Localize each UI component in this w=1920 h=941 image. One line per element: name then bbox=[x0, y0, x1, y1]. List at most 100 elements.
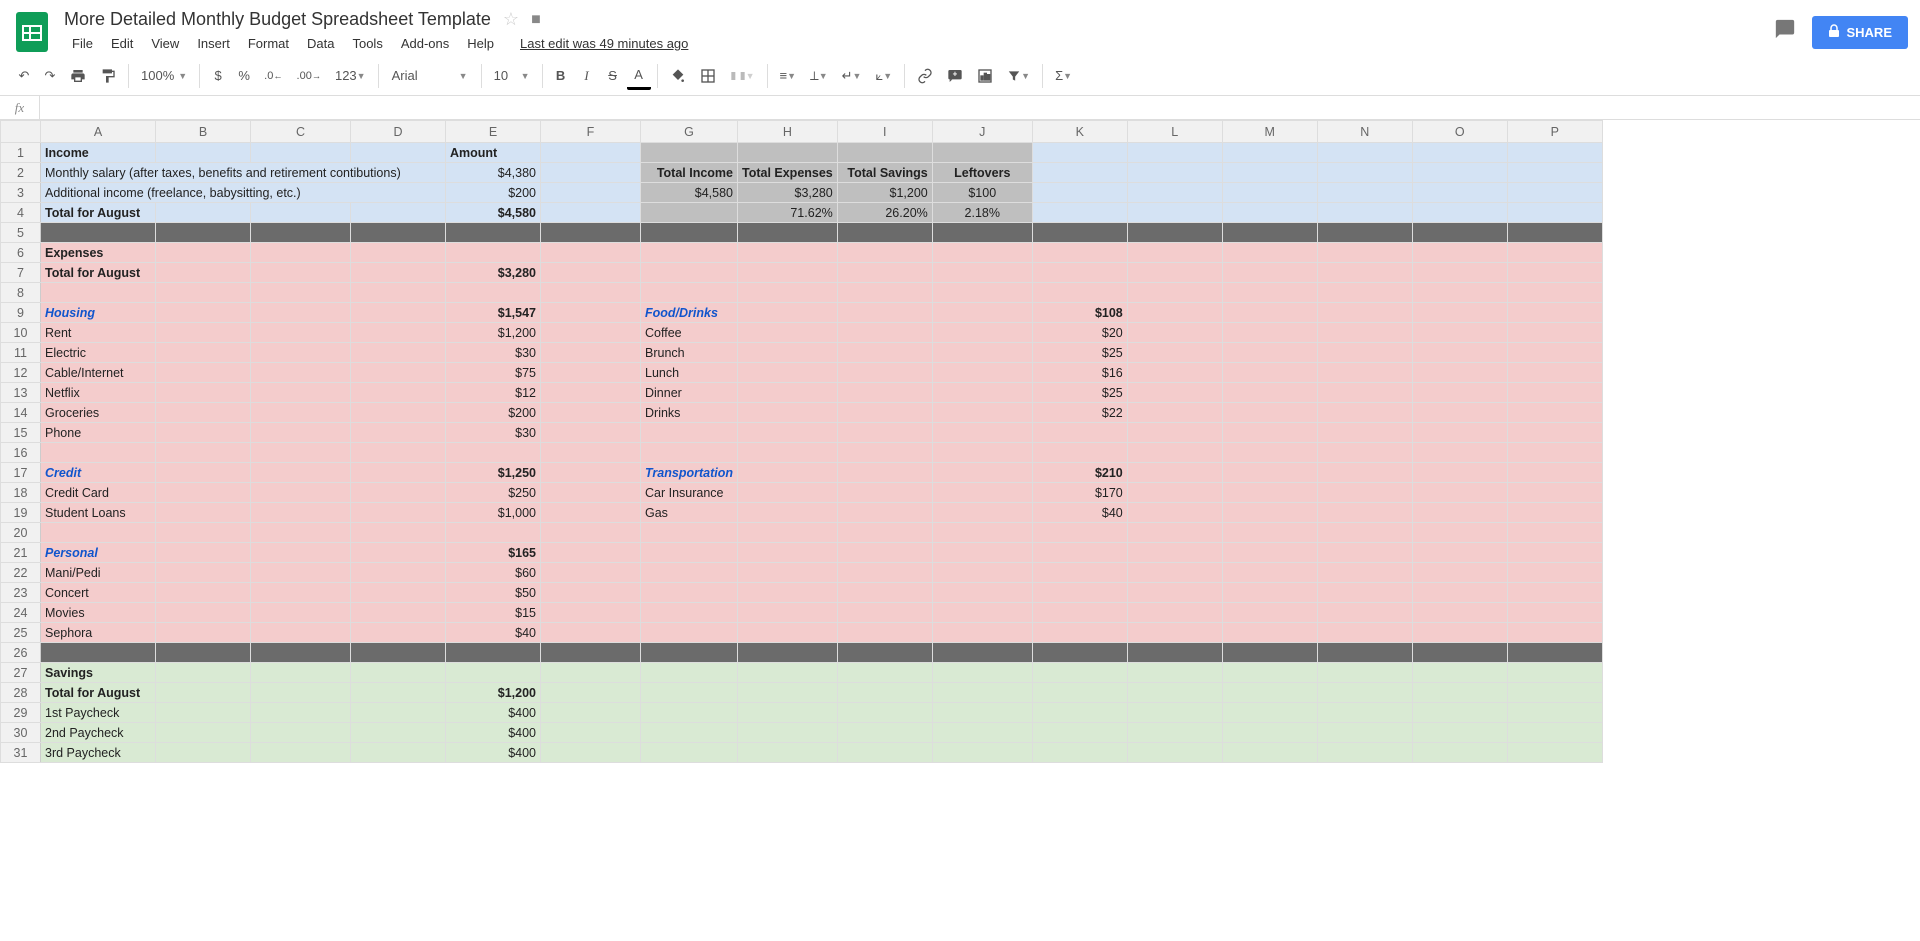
cell-G18[interactable]: Car Insurance bbox=[641, 483, 738, 503]
cell-J24[interactable] bbox=[932, 603, 1032, 623]
cell-F3[interactable] bbox=[541, 183, 641, 203]
column-header-D[interactable]: D bbox=[351, 121, 446, 143]
cell-K11[interactable]: $25 bbox=[1032, 343, 1127, 363]
cell-P18[interactable] bbox=[1507, 483, 1602, 503]
cell-J22[interactable] bbox=[932, 563, 1032, 583]
cell-C22[interactable] bbox=[251, 563, 351, 583]
cell-H9[interactable] bbox=[737, 303, 837, 323]
star-icon[interactable]: ☆ bbox=[503, 9, 519, 30]
cell-J30[interactable] bbox=[932, 723, 1032, 743]
row-header-5[interactable]: 5 bbox=[1, 223, 41, 243]
cell-N26[interactable] bbox=[1317, 643, 1412, 663]
cell-C21[interactable] bbox=[251, 543, 351, 563]
row-header-13[interactable]: 13 bbox=[1, 383, 41, 403]
cell-P10[interactable] bbox=[1507, 323, 1602, 343]
cell-A23[interactable]: Concert bbox=[41, 583, 156, 603]
cell-H26[interactable] bbox=[737, 643, 837, 663]
cell-C6[interactable] bbox=[251, 243, 351, 263]
cell-P31[interactable] bbox=[1507, 743, 1602, 763]
cell-F7[interactable] bbox=[541, 263, 641, 283]
cell-I9[interactable] bbox=[837, 303, 932, 323]
spreadsheet-grid[interactable]: ABCDEFGHIJKLMNOP 1IncomeAmount2Monthly s… bbox=[0, 120, 1603, 763]
cell-J13[interactable] bbox=[932, 383, 1032, 403]
row-header-15[interactable]: 15 bbox=[1, 423, 41, 443]
row-header-21[interactable]: 21 bbox=[1, 543, 41, 563]
cell-H13[interactable] bbox=[737, 383, 837, 403]
cell-F20[interactable] bbox=[541, 523, 641, 543]
cell-D12[interactable] bbox=[351, 363, 446, 383]
cell-O6[interactable] bbox=[1412, 243, 1507, 263]
cell-K10[interactable]: $20 bbox=[1032, 323, 1127, 343]
cell-G12[interactable]: Lunch bbox=[641, 363, 738, 383]
cell-N7[interactable] bbox=[1317, 263, 1412, 283]
cell-H16[interactable] bbox=[737, 443, 837, 463]
cell-A8[interactable] bbox=[41, 283, 156, 303]
cell-F5[interactable] bbox=[541, 223, 641, 243]
cell-B4[interactable] bbox=[156, 203, 251, 223]
cell-L24[interactable] bbox=[1127, 603, 1222, 623]
cell-I15[interactable] bbox=[837, 423, 932, 443]
cell-F4[interactable] bbox=[541, 203, 641, 223]
cell-E11[interactable]: $30 bbox=[446, 343, 541, 363]
cell-C23[interactable] bbox=[251, 583, 351, 603]
cell-F23[interactable] bbox=[541, 583, 641, 603]
cell-B1[interactable] bbox=[156, 143, 251, 163]
row-header-24[interactable]: 24 bbox=[1, 603, 41, 623]
cell-K31[interactable] bbox=[1032, 743, 1127, 763]
cell-L3[interactable] bbox=[1127, 183, 1222, 203]
cell-K16[interactable] bbox=[1032, 443, 1127, 463]
cell-O15[interactable] bbox=[1412, 423, 1507, 443]
cell-I13[interactable] bbox=[837, 383, 932, 403]
cell-P11[interactable] bbox=[1507, 343, 1602, 363]
cell-E24[interactable]: $15 bbox=[446, 603, 541, 623]
menu-help[interactable]: Help bbox=[459, 32, 502, 55]
cell-I22[interactable] bbox=[837, 563, 932, 583]
cell-N1[interactable] bbox=[1317, 143, 1412, 163]
cell-H11[interactable] bbox=[737, 343, 837, 363]
cell-D20[interactable] bbox=[351, 523, 446, 543]
cell-K12[interactable]: $16 bbox=[1032, 363, 1127, 383]
cell-N28[interactable] bbox=[1317, 683, 1412, 703]
select-all-corner[interactable] bbox=[1, 121, 41, 143]
cell-H8[interactable] bbox=[737, 283, 837, 303]
column-header-A[interactable]: A bbox=[41, 121, 156, 143]
print-icon[interactable] bbox=[64, 62, 92, 90]
cell-A5[interactable] bbox=[41, 223, 156, 243]
cell-E26[interactable] bbox=[446, 643, 541, 663]
cell-G19[interactable]: Gas bbox=[641, 503, 738, 523]
cell-D19[interactable] bbox=[351, 503, 446, 523]
cell-E20[interactable] bbox=[446, 523, 541, 543]
cell-M5[interactable] bbox=[1222, 223, 1317, 243]
cell-O25[interactable] bbox=[1412, 623, 1507, 643]
comments-icon[interactable] bbox=[1774, 18, 1796, 46]
cell-G7[interactable] bbox=[641, 263, 738, 283]
cell-C8[interactable] bbox=[251, 283, 351, 303]
cell-N15[interactable] bbox=[1317, 423, 1412, 443]
cell-A17[interactable]: Credit bbox=[41, 463, 156, 483]
cell-N19[interactable] bbox=[1317, 503, 1412, 523]
cell-L5[interactable] bbox=[1127, 223, 1222, 243]
cell-K8[interactable] bbox=[1032, 283, 1127, 303]
cell-A4[interactable]: Total for August bbox=[41, 203, 156, 223]
cell-I20[interactable] bbox=[837, 523, 932, 543]
cell-J15[interactable] bbox=[932, 423, 1032, 443]
cell-O24[interactable] bbox=[1412, 603, 1507, 623]
cell-O9[interactable] bbox=[1412, 303, 1507, 323]
cell-L13[interactable] bbox=[1127, 383, 1222, 403]
column-header-I[interactable]: I bbox=[837, 121, 932, 143]
cell-I16[interactable] bbox=[837, 443, 932, 463]
cell-M7[interactable] bbox=[1222, 263, 1317, 283]
vertical-align-icon[interactable]: ⟂ ▼ bbox=[804, 62, 834, 90]
cell-B23[interactable] bbox=[156, 583, 251, 603]
cell-H23[interactable] bbox=[737, 583, 837, 603]
cell-F27[interactable] bbox=[541, 663, 641, 683]
cell-J1[interactable] bbox=[932, 143, 1032, 163]
cell-F29[interactable] bbox=[541, 703, 641, 723]
cell-P25[interactable] bbox=[1507, 623, 1602, 643]
cell-B29[interactable] bbox=[156, 703, 251, 723]
cell-M11[interactable] bbox=[1222, 343, 1317, 363]
cell-K3[interactable] bbox=[1032, 183, 1127, 203]
cell-L22[interactable] bbox=[1127, 563, 1222, 583]
cell-M25[interactable] bbox=[1222, 623, 1317, 643]
row-header-1[interactable]: 1 bbox=[1, 143, 41, 163]
